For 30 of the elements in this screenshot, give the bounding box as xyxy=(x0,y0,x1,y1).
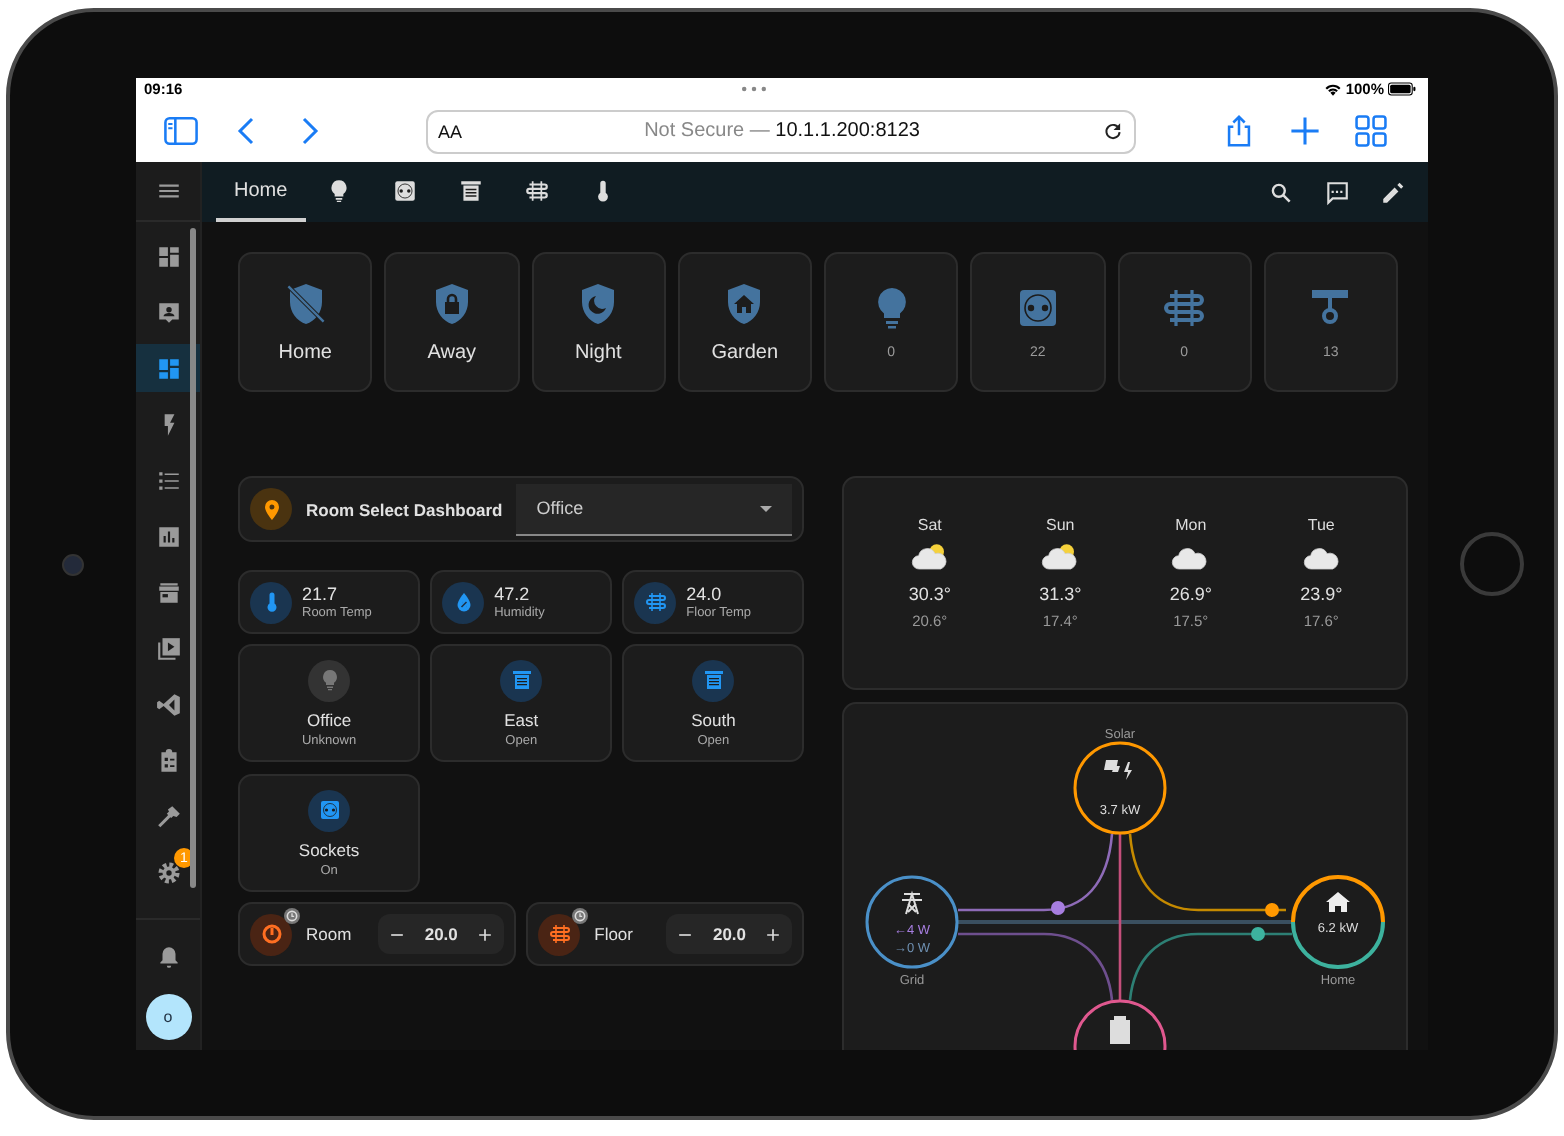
target-temperature: 20.0 xyxy=(712,924,747,944)
address-bar[interactable]: AA Not Secure — 10.1.1.200:8123 xyxy=(426,109,1136,153)
thermostat-name: Floor xyxy=(594,924,633,944)
user-avatar[interactable]: o xyxy=(145,994,191,1040)
text-size-button[interactable]: AA xyxy=(438,121,463,141)
view-tab[interactable]: Home xyxy=(216,162,306,222)
sensor-value: 21.7 xyxy=(302,584,340,604)
sensor-value: 24.0 xyxy=(686,584,724,604)
forecast-day: Sun xyxy=(1046,516,1075,534)
url-text: Not Secure — 10.1.1.200:8123 xyxy=(642,120,922,142)
room-dropdown[interactable]: Office xyxy=(516,483,793,535)
forecast-day: Sat xyxy=(917,516,942,534)
forecast-day: Tue xyxy=(1307,516,1335,534)
forecast-day: Mon xyxy=(1175,516,1207,534)
scene-button[interactable]: Away xyxy=(384,252,519,392)
thermostat-name: Room xyxy=(306,924,352,944)
entity-name: East xyxy=(504,709,539,729)
entity-name: South xyxy=(691,709,736,729)
scene-button[interactable]: Night xyxy=(531,252,666,392)
target-temperature: 20.0 xyxy=(424,924,458,944)
sensor-value: 47.2 xyxy=(494,584,532,604)
high-temperature: 23.9° xyxy=(1300,584,1343,604)
entity-name: Office xyxy=(307,709,352,729)
high-temperature: 26.9° xyxy=(1169,584,1212,604)
high-temperature: 31.3° xyxy=(1039,584,1082,604)
entity-name: Sockets xyxy=(298,839,360,859)
high-temperature: 30.3° xyxy=(908,584,951,604)
scene-button[interactable]: Garden xyxy=(677,252,812,392)
room-select-title: Room Select Dashboard xyxy=(306,499,503,519)
scene-button[interactable]: Home xyxy=(238,252,373,392)
